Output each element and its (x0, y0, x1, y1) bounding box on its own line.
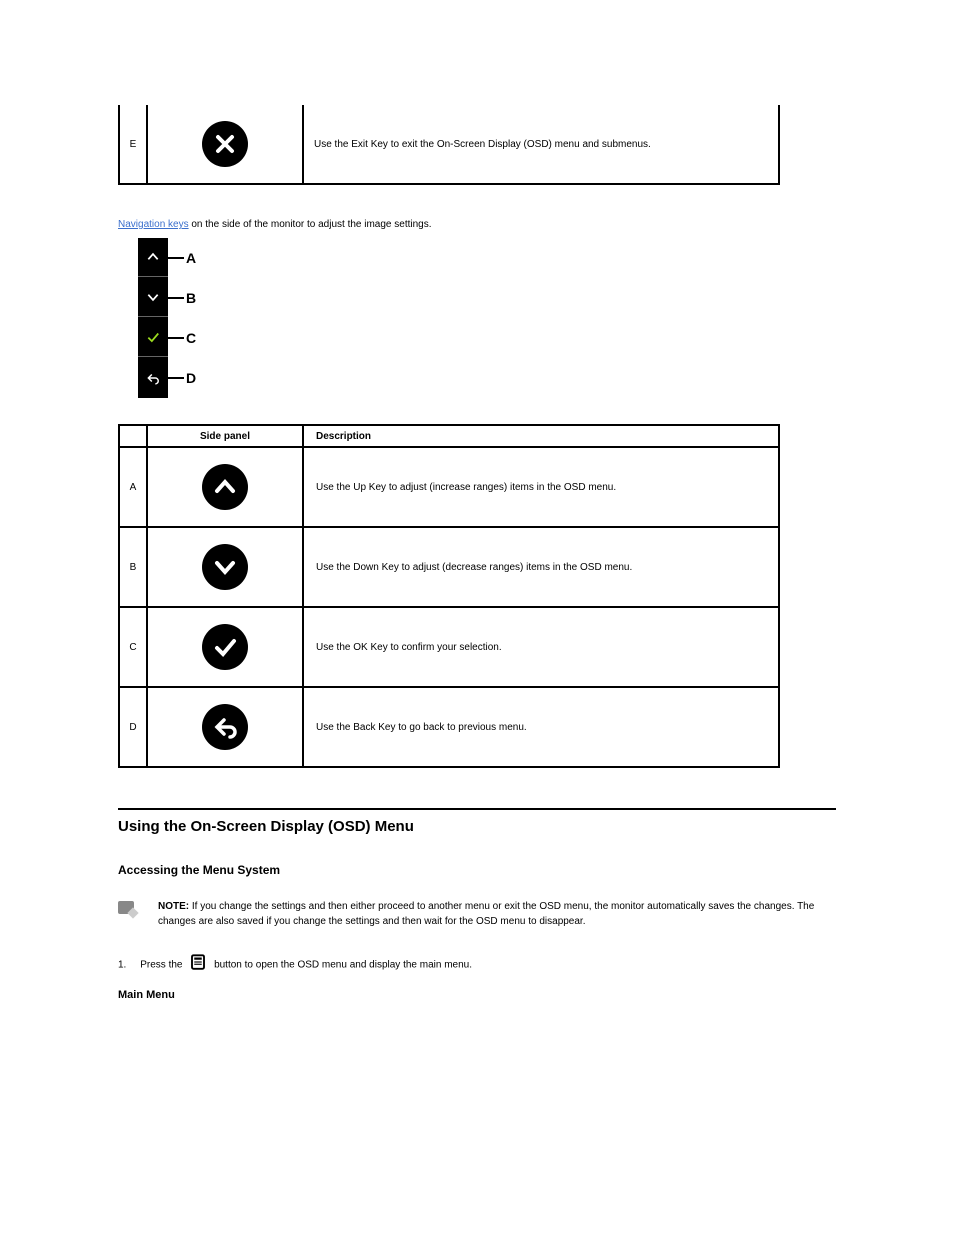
table-row: C Use the OK Key to confirm your selecti… (119, 607, 779, 687)
nav-keys-note: Navigation keys on the side of the monit… (118, 219, 954, 230)
close-icon (202, 121, 248, 167)
note-body: If you change the settings and then eith… (158, 901, 814, 927)
back-icon (146, 371, 160, 385)
divider (118, 808, 836, 810)
osd-side-figure: A B C D (138, 238, 204, 406)
chevron-up-icon (146, 250, 160, 264)
step-1: 1. Press the button to open the OSD menu… (118, 953, 836, 977)
table-row: D Use the Back Key to go back to previou… (119, 687, 779, 767)
sub-title: Accessing the Menu System (118, 863, 954, 877)
nav-head-panel: Side panel (147, 425, 303, 447)
back-icon (202, 704, 248, 750)
chevron-down-icon (146, 290, 160, 304)
row-letter-e: E (119, 105, 147, 184)
note: NOTE: If you change the settings and the… (118, 899, 838, 929)
menu-button-icon (189, 953, 207, 977)
exit-desc: Use the Exit Key to exit the On-Screen D… (303, 105, 779, 184)
section-title: Using the On-Screen Display (OSD) Menu (118, 818, 954, 835)
check-icon (146, 330, 160, 344)
exit-icon-cell (147, 105, 303, 184)
nav-keys-link[interactable]: Navigation keys (118, 219, 189, 230)
table-row: B Use the Down Key to adjust (decrease r… (119, 527, 779, 607)
chevron-down-icon (202, 544, 248, 590)
note-label: NOTE: (158, 901, 189, 912)
nav-keys-table: Side panel Description A Use the Up Key … (118, 424, 780, 768)
note-icon (118, 901, 134, 914)
exit-key-row-table: E Use the Exit Key to exit the On-Screen… (118, 105, 780, 185)
table-row: A Use the Up Key to adjust (increase ran… (119, 447, 779, 527)
nav-head-desc: Description (303, 425, 779, 447)
chevron-up-icon (202, 464, 248, 510)
main-menu-caption: Main Menu (118, 989, 954, 1001)
check-icon (202, 624, 248, 670)
